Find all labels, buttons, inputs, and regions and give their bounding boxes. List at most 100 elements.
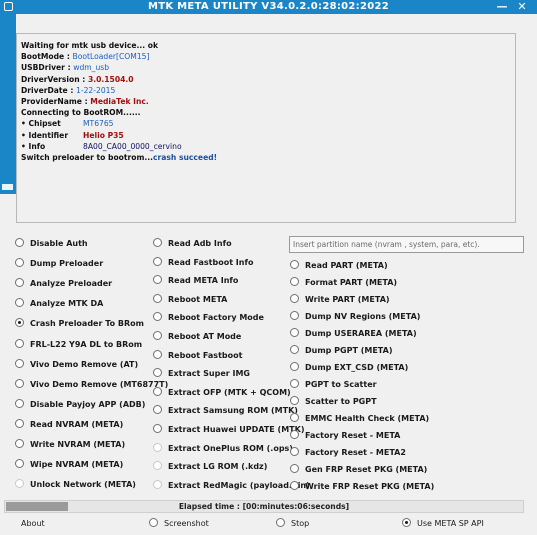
option-label: Gen FRP Reset PKG (META): [305, 465, 428, 474]
option-label: Analyze MTK DA: [30, 299, 104, 309]
radio-button[interactable]: [290, 362, 299, 371]
log-line: • Identifier Helio P35: [21, 130, 124, 140]
radio-button[interactable]: [15, 298, 24, 308]
partition-name-input[interactable]: [289, 236, 524, 253]
log-line: Switch preloader to bootrom...crash succ…: [21, 153, 217, 162]
meta-sp-api-radio[interactable]: [402, 518, 411, 527]
option-label: Dump USERAREA (META): [305, 329, 417, 338]
radio-button[interactable]: [15, 398, 24, 408]
option-label: Write FRP Reset PKG (META): [305, 482, 435, 491]
option-label: Extract RedMagic (payload.bin): [168, 480, 310, 490]
radio-button[interactable]: [153, 386, 162, 396]
radio-button[interactable]: [15, 278, 24, 288]
log-line-value: 3.0.1504.0: [87, 74, 134, 84]
log-line-key: • Identifier: [21, 130, 69, 140]
option-label: Wipe NVRAM (META): [30, 460, 124, 470]
option-label: Extract OnePlus ROM (.ops): [168, 443, 293, 453]
radio-button[interactable]: [290, 396, 299, 405]
radio-button[interactable]: [153, 424, 162, 433]
option-label: Disable Payjoy APP (ADB): [30, 399, 146, 409]
option-label: Disable Auth: [30, 239, 88, 248]
radio-button[interactable]: [15, 258, 24, 268]
radio-button[interactable]: [15, 418, 24, 428]
radio-button[interactable]: [290, 260, 299, 269]
brand-logo: [2, 184, 13, 190]
radio-button[interactable]: [15, 479, 24, 489]
option-label: Vivo Demo Remove (MT6877T): [30, 379, 169, 389]
radio-button[interactable]: [290, 481, 299, 490]
log-line-value: BootLoader[COM15]: [72, 52, 150, 62]
log-line-key: USBDriver :: [21, 63, 74, 73]
log-line: ProviderName : MediaTek Inc.: [21, 97, 149, 106]
window-title: MTK META UTILITY V34.0.2.0:28:02:2022: [147, 1, 390, 12]
log-line-key: ProviderName :: [21, 97, 91, 106]
radio-button[interactable]: [153, 405, 162, 415]
log-line-key: Connecting to BootROM......: [21, 108, 141, 118]
radio-button[interactable]: [153, 479, 162, 489]
radio-button[interactable]: [290, 345, 299, 354]
radio-button[interactable]: [290, 294, 299, 303]
log-line-value: Helio P35: [83, 130, 124, 140]
radio-button[interactable]: [290, 311, 299, 320]
radio-button[interactable]: [15, 338, 24, 348]
radio-button[interactable]: [290, 430, 299, 439]
screenshot-radio[interactable]: [149, 518, 158, 527]
log-line-value: 8A00_CA00_0000_cervino: [83, 141, 182, 151]
option-label: Dump PGPT (META): [305, 346, 393, 355]
stop-label: Stop: [291, 519, 310, 528]
option-label: Write NVRAM (META): [30, 440, 126, 449]
progress-bar: Elapsed time : [00:minutes:06:seconds]: [4, 500, 524, 513]
option-label: Reboot META: [168, 294, 228, 304]
log-line: Connecting to BootROM......: [21, 108, 140, 117]
radio-button[interactable]: [290, 464, 299, 473]
radio-button[interactable]: [153, 349, 162, 359]
option-label: Reboot AT Mode: [168, 332, 242, 341]
radio-button[interactable]: [153, 331, 162, 340]
close-button[interactable]: ✕: [515, 0, 529, 14]
radio-button[interactable]: [153, 256, 162, 266]
minimize-button[interactable]: —: [495, 0, 509, 14]
radio-button[interactable]: [290, 413, 299, 422]
log-line-value: 1-22-2015: [76, 85, 116, 95]
title-bar: MTK META UTILITY V34.0.2.0:28:02:2022 — …: [0, 0, 537, 14]
radio-button[interactable]: [290, 447, 299, 456]
option-label: Extract Samsung ROM (MTK): [168, 406, 298, 416]
radio-button[interactable]: [15, 459, 24, 469]
log-line: • Info 8A00_CA00_0000_cervino: [21, 142, 182, 151]
radio-button[interactable]: [290, 277, 299, 286]
about-link[interactable]: About: [21, 518, 45, 529]
log-line: • Chipset MT6765: [21, 119, 114, 128]
option-label: Extract OFP (MTK + QCOM): [168, 387, 291, 397]
option-label: Read PART (META): [305, 261, 388, 270]
radio-button[interactable]: [153, 368, 162, 378]
stop-radio[interactable]: [276, 518, 285, 527]
radio-button[interactable]: [153, 293, 162, 303]
radio-button[interactable]: [153, 275, 162, 285]
log-line-key: Waiting for mtk usb device... ok: [21, 41, 159, 50]
radio-button[interactable]: [290, 379, 299, 388]
option-label: Vivo Demo Remove (AT): [30, 359, 139, 369]
option-label: FRL-L22 Y9A DL to BRom: [30, 339, 143, 349]
log-line-key: Switch preloader to bootrom...: [21, 153, 154, 162]
sidebar-strip: [0, 14, 16, 194]
option-label: Extract Huawei UPDATE (MTK): [168, 425, 305, 434]
screenshot-label: Screenshot: [164, 519, 209, 528]
radio-button[interactable]: [153, 238, 162, 247]
radio-button[interactable]: [15, 318, 24, 328]
radio-button[interactable]: [153, 461, 162, 471]
radio-button[interactable]: [290, 328, 299, 337]
log-line-key: DriverDate :: [21, 85, 77, 95]
log-line-key: DriverVersion :: [21, 74, 88, 84]
log-line: USBDriver : wdm_usb: [21, 63, 109, 72]
option-label: PGPT to Scatter: [305, 380, 377, 389]
radio-button[interactable]: [15, 439, 24, 448]
radio-button[interactable]: [153, 442, 162, 452]
radio-button[interactable]: [15, 238, 24, 247]
log-line-value: MediaTek Inc.: [90, 97, 149, 106]
elapsed-time-label: Elapsed time : [00:minutes:06:seconds]: [178, 502, 350, 511]
option-label: Analyze Preloader: [30, 279, 113, 289]
radio-button[interactable]: [153, 312, 162, 322]
radio-button[interactable]: [15, 358, 24, 368]
option-label: Scatter to PGPT: [305, 397, 377, 406]
radio-button[interactable]: [15, 378, 24, 388]
